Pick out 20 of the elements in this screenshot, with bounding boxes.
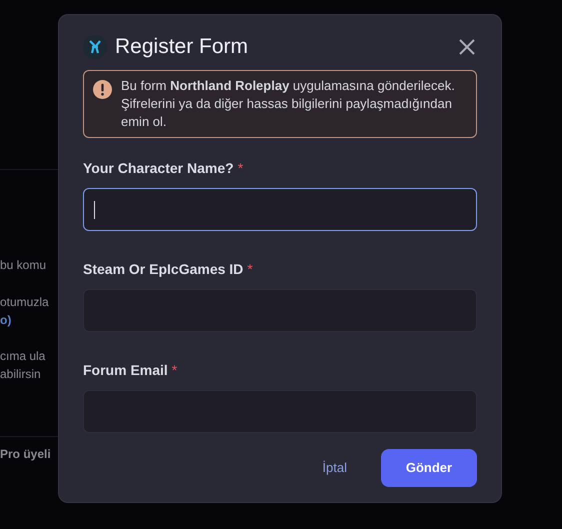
logo-icon <box>83 35 107 59</box>
text-fragment: abilirsin <box>0 366 42 383</box>
text-fragment: cıma ula <box>0 348 46 365</box>
cancel-button[interactable]: İptal <box>308 450 361 486</box>
text-fragment: Pro üyeli <box>0 446 52 463</box>
field-label: Steam Or EpIcGames ID <box>83 260 244 279</box>
dialog-title: Register Form <box>115 34 248 60</box>
text-fragment: otumuzla <box>0 294 50 311</box>
required-mark: * <box>238 159 244 178</box>
field-label: Your Character Name? <box>83 159 234 178</box>
submit-button[interactable]: Gönder <box>381 449 477 487</box>
link-text[interactable]: o) <box>0 311 58 329</box>
required-mark: * <box>247 260 253 279</box>
text-cursor <box>94 200 95 218</box>
text-fragment: bu komu <box>0 257 48 274</box>
input-field[interactable] <box>83 188 477 231</box>
field-label: Forum Email <box>83 361 168 380</box>
notice-text: Bu form Northland Roleplay uygulamasına gönderilecek. Şifrelerini ya da diğer hassas bilgilerini paylaşmadığından emin ol. <box>121 77 456 131</box>
required-mark: * <box>172 361 178 380</box>
warning-icon <box>93 80 112 99</box>
